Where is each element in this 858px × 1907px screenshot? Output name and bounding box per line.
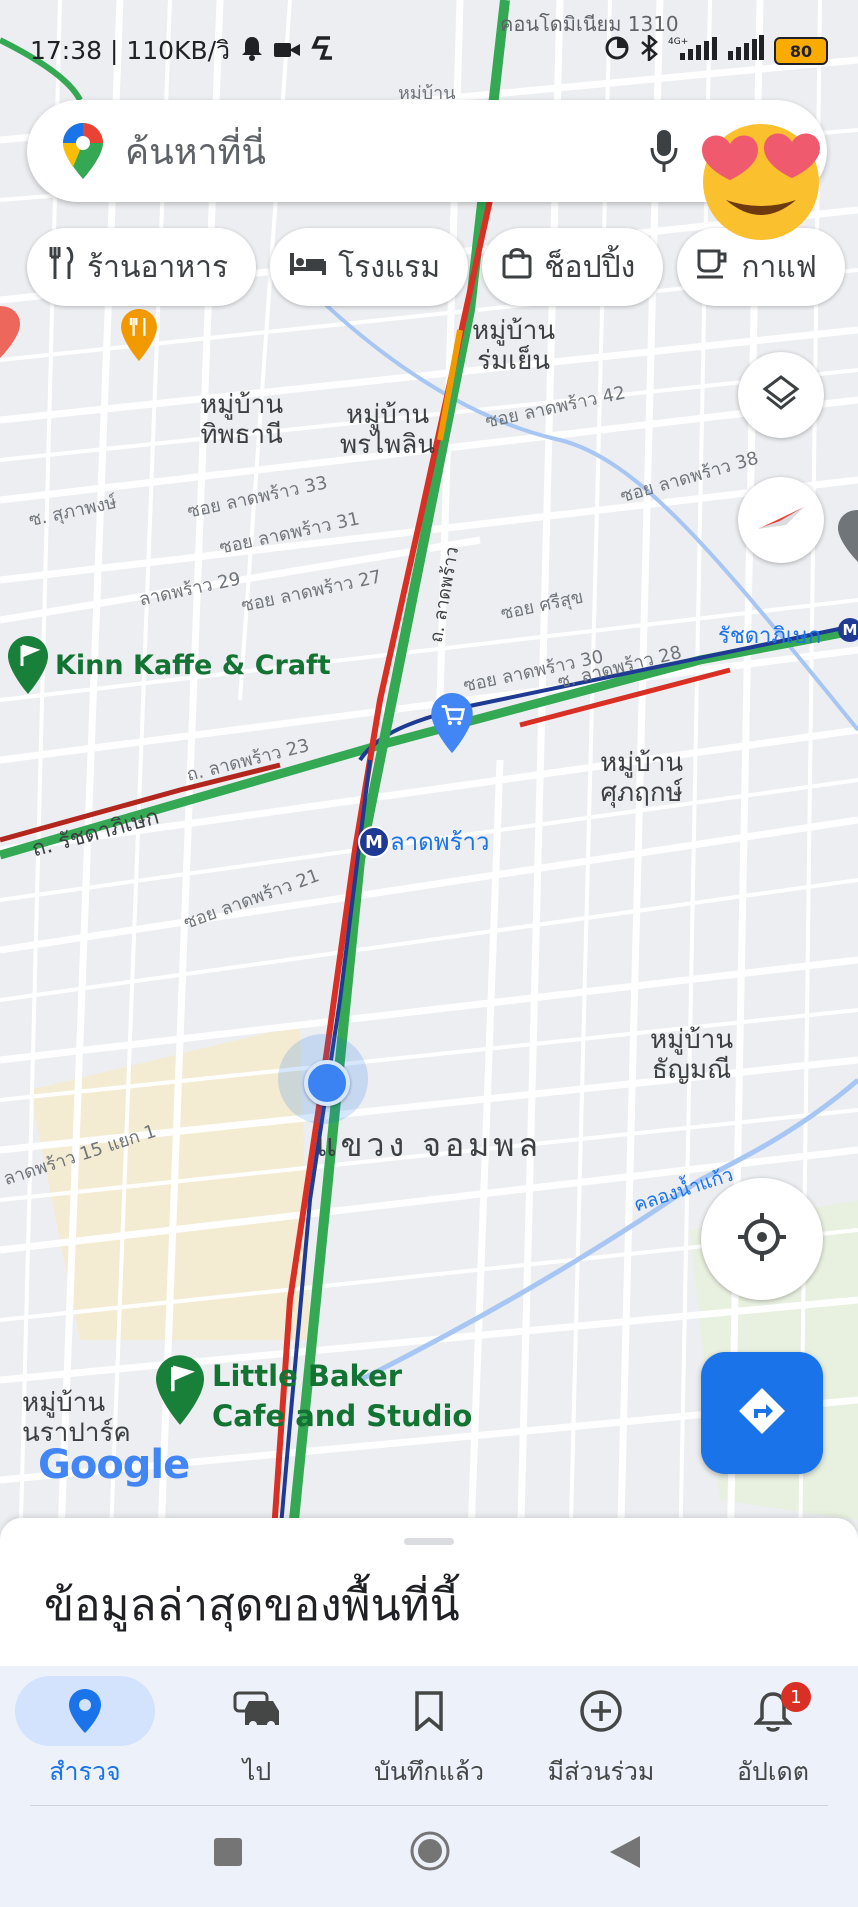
chip-restaurant[interactable]: ร้านอาหาร bbox=[27, 228, 257, 306]
label-village-nararpark: หมู่บ้าน นราปาร์ค bbox=[22, 1388, 131, 1448]
sheet-title: ข้อมูลล่าสุดของพื้นที่นี้ bbox=[44, 1580, 460, 1631]
directions-icon bbox=[737, 1386, 787, 1440]
status-time: 17:38 | 110KB/วิ bbox=[30, 36, 231, 65]
notification-badge: 1 bbox=[781, 1682, 811, 1712]
place-kinn-kaffe[interactable]: Kinn Kaffe & Craft bbox=[55, 650, 331, 681]
label-village-thanyamanee: หมู่บ้าน ธัญมณี bbox=[650, 1025, 734, 1085]
google-logo: Google bbox=[38, 1442, 190, 1488]
nav-updates-label: อัปเดต bbox=[737, 1757, 809, 1786]
square-icon bbox=[214, 1838, 242, 1870]
layers-button[interactable] bbox=[738, 352, 824, 438]
compass-icon bbox=[756, 503, 806, 537]
chip-restaurant-label: ร้านอาหาร bbox=[87, 249, 229, 285]
coffee-icon bbox=[697, 247, 729, 287]
bottom-navigation: สำรวจ ไป บันทึกแล้ว มีส่วนร่วม 1 อัปเดต bbox=[0, 1666, 858, 1806]
shopping-bag-icon bbox=[502, 247, 532, 287]
place-little-baker[interactable]: Little Baker Cafe and Studio bbox=[212, 1356, 472, 1436]
nav-divider bbox=[30, 1805, 828, 1806]
hotel-icon bbox=[290, 250, 327, 285]
label-ratchada-station: รัชดาภิเษก bbox=[718, 624, 822, 649]
back-triangle-icon bbox=[610, 1836, 640, 1872]
label-district: แขวง จอมพล bbox=[316, 1126, 543, 1164]
nav-go[interactable]: ไป bbox=[172, 1666, 342, 1806]
chip-shopping-label: ช็อปปิ้ง bbox=[544, 249, 636, 285]
nav-saved-label: บันทึกแล้ว bbox=[373, 1757, 485, 1786]
nav-contribute-label: มีส่วนร่วม bbox=[547, 1757, 655, 1786]
notification-bell-icon bbox=[240, 35, 264, 67]
nav-explore[interactable]: สำรวจ bbox=[0, 1666, 170, 1806]
label-village-phraphailin: หมู่บ้าน พรไพลิน bbox=[340, 400, 436, 460]
search-input[interactable]: ค้นหาที่นี่ bbox=[125, 123, 266, 180]
bookmark-icon bbox=[359, 1676, 499, 1746]
svg-text:4G+: 4G+ bbox=[668, 37, 688, 47]
chip-hotel[interactable]: โรงแรม bbox=[270, 228, 469, 306]
layers-icon bbox=[761, 373, 801, 417]
label-village-thipthani: หมู่บ้าน ทิพธานี bbox=[200, 390, 284, 450]
app-s-icon bbox=[310, 35, 336, 67]
restaurant-icon bbox=[47, 245, 75, 287]
signal-icon bbox=[728, 35, 764, 67]
car-icon bbox=[187, 1676, 327, 1746]
bell-icon: 1 bbox=[703, 1676, 843, 1746]
data-saver-icon bbox=[604, 35, 630, 67]
signal-4g-icon: 4G+ bbox=[668, 35, 718, 67]
explore-pin-icon bbox=[15, 1676, 155, 1746]
metro-station-icon[interactable]: M bbox=[358, 826, 390, 858]
my-location-button[interactable] bbox=[701, 1178, 823, 1300]
crosshair-icon bbox=[736, 1211, 788, 1267]
battery-indicator: 80 bbox=[774, 37, 828, 65]
directions-button[interactable] bbox=[701, 1352, 823, 1474]
nav-go-label: ไป bbox=[242, 1757, 272, 1786]
home-circle-icon bbox=[409, 1831, 451, 1876]
chip-shopping[interactable]: ช็อปปิ้ง bbox=[482, 228, 664, 306]
add-circle-icon bbox=[531, 1676, 671, 1746]
label-station: ลาดพร้าว bbox=[390, 828, 490, 856]
back-button[interactable] bbox=[610, 1836, 640, 1872]
google-maps-logo-icon bbox=[63, 123, 103, 179]
nav-explore-label: สำรวจ bbox=[49, 1757, 121, 1786]
nav-updates[interactable]: 1 อัปเดต bbox=[688, 1666, 858, 1806]
nav-contribute[interactable]: มีส่วนร่วม bbox=[516, 1666, 686, 1806]
microphone-icon[interactable] bbox=[649, 128, 679, 178]
status-bar: 17:38 | 110KB/วิ 4G+ 80 bbox=[30, 28, 828, 74]
chip-hotel-label: โรงแรม bbox=[338, 249, 441, 285]
my-location-dot bbox=[278, 1034, 368, 1124]
recent-apps-button[interactable] bbox=[214, 1838, 242, 1870]
nav-saved[interactable]: บันทึกแล้ว bbox=[344, 1666, 514, 1806]
sheet-drag-handle[interactable] bbox=[404, 1538, 454, 1545]
bottom-sheet[interactable]: ข้อมูลล่าสุดของพื้นที่นี้ bbox=[0, 1518, 858, 1666]
bluetooth-icon bbox=[640, 33, 658, 67]
home-button[interactable] bbox=[409, 1830, 451, 1876]
label-village-suphaluek: หมู่บ้าน ศุภฤกษ์ bbox=[600, 748, 684, 808]
system-navigation-bar bbox=[0, 1806, 858, 1907]
compass-button[interactable] bbox=[738, 477, 824, 563]
label-village-romyen: หมู่บ้าน ร่มเย็น bbox=[472, 316, 556, 376]
chip-coffee-label: กาแฟ bbox=[741, 249, 817, 285]
metro-station-icon-right[interactable]: M bbox=[838, 618, 858, 642]
heart-eyes-emoji-icon bbox=[702, 124, 820, 240]
avatar[interactable] bbox=[696, 120, 826, 240]
video-camera-icon bbox=[274, 37, 301, 66]
